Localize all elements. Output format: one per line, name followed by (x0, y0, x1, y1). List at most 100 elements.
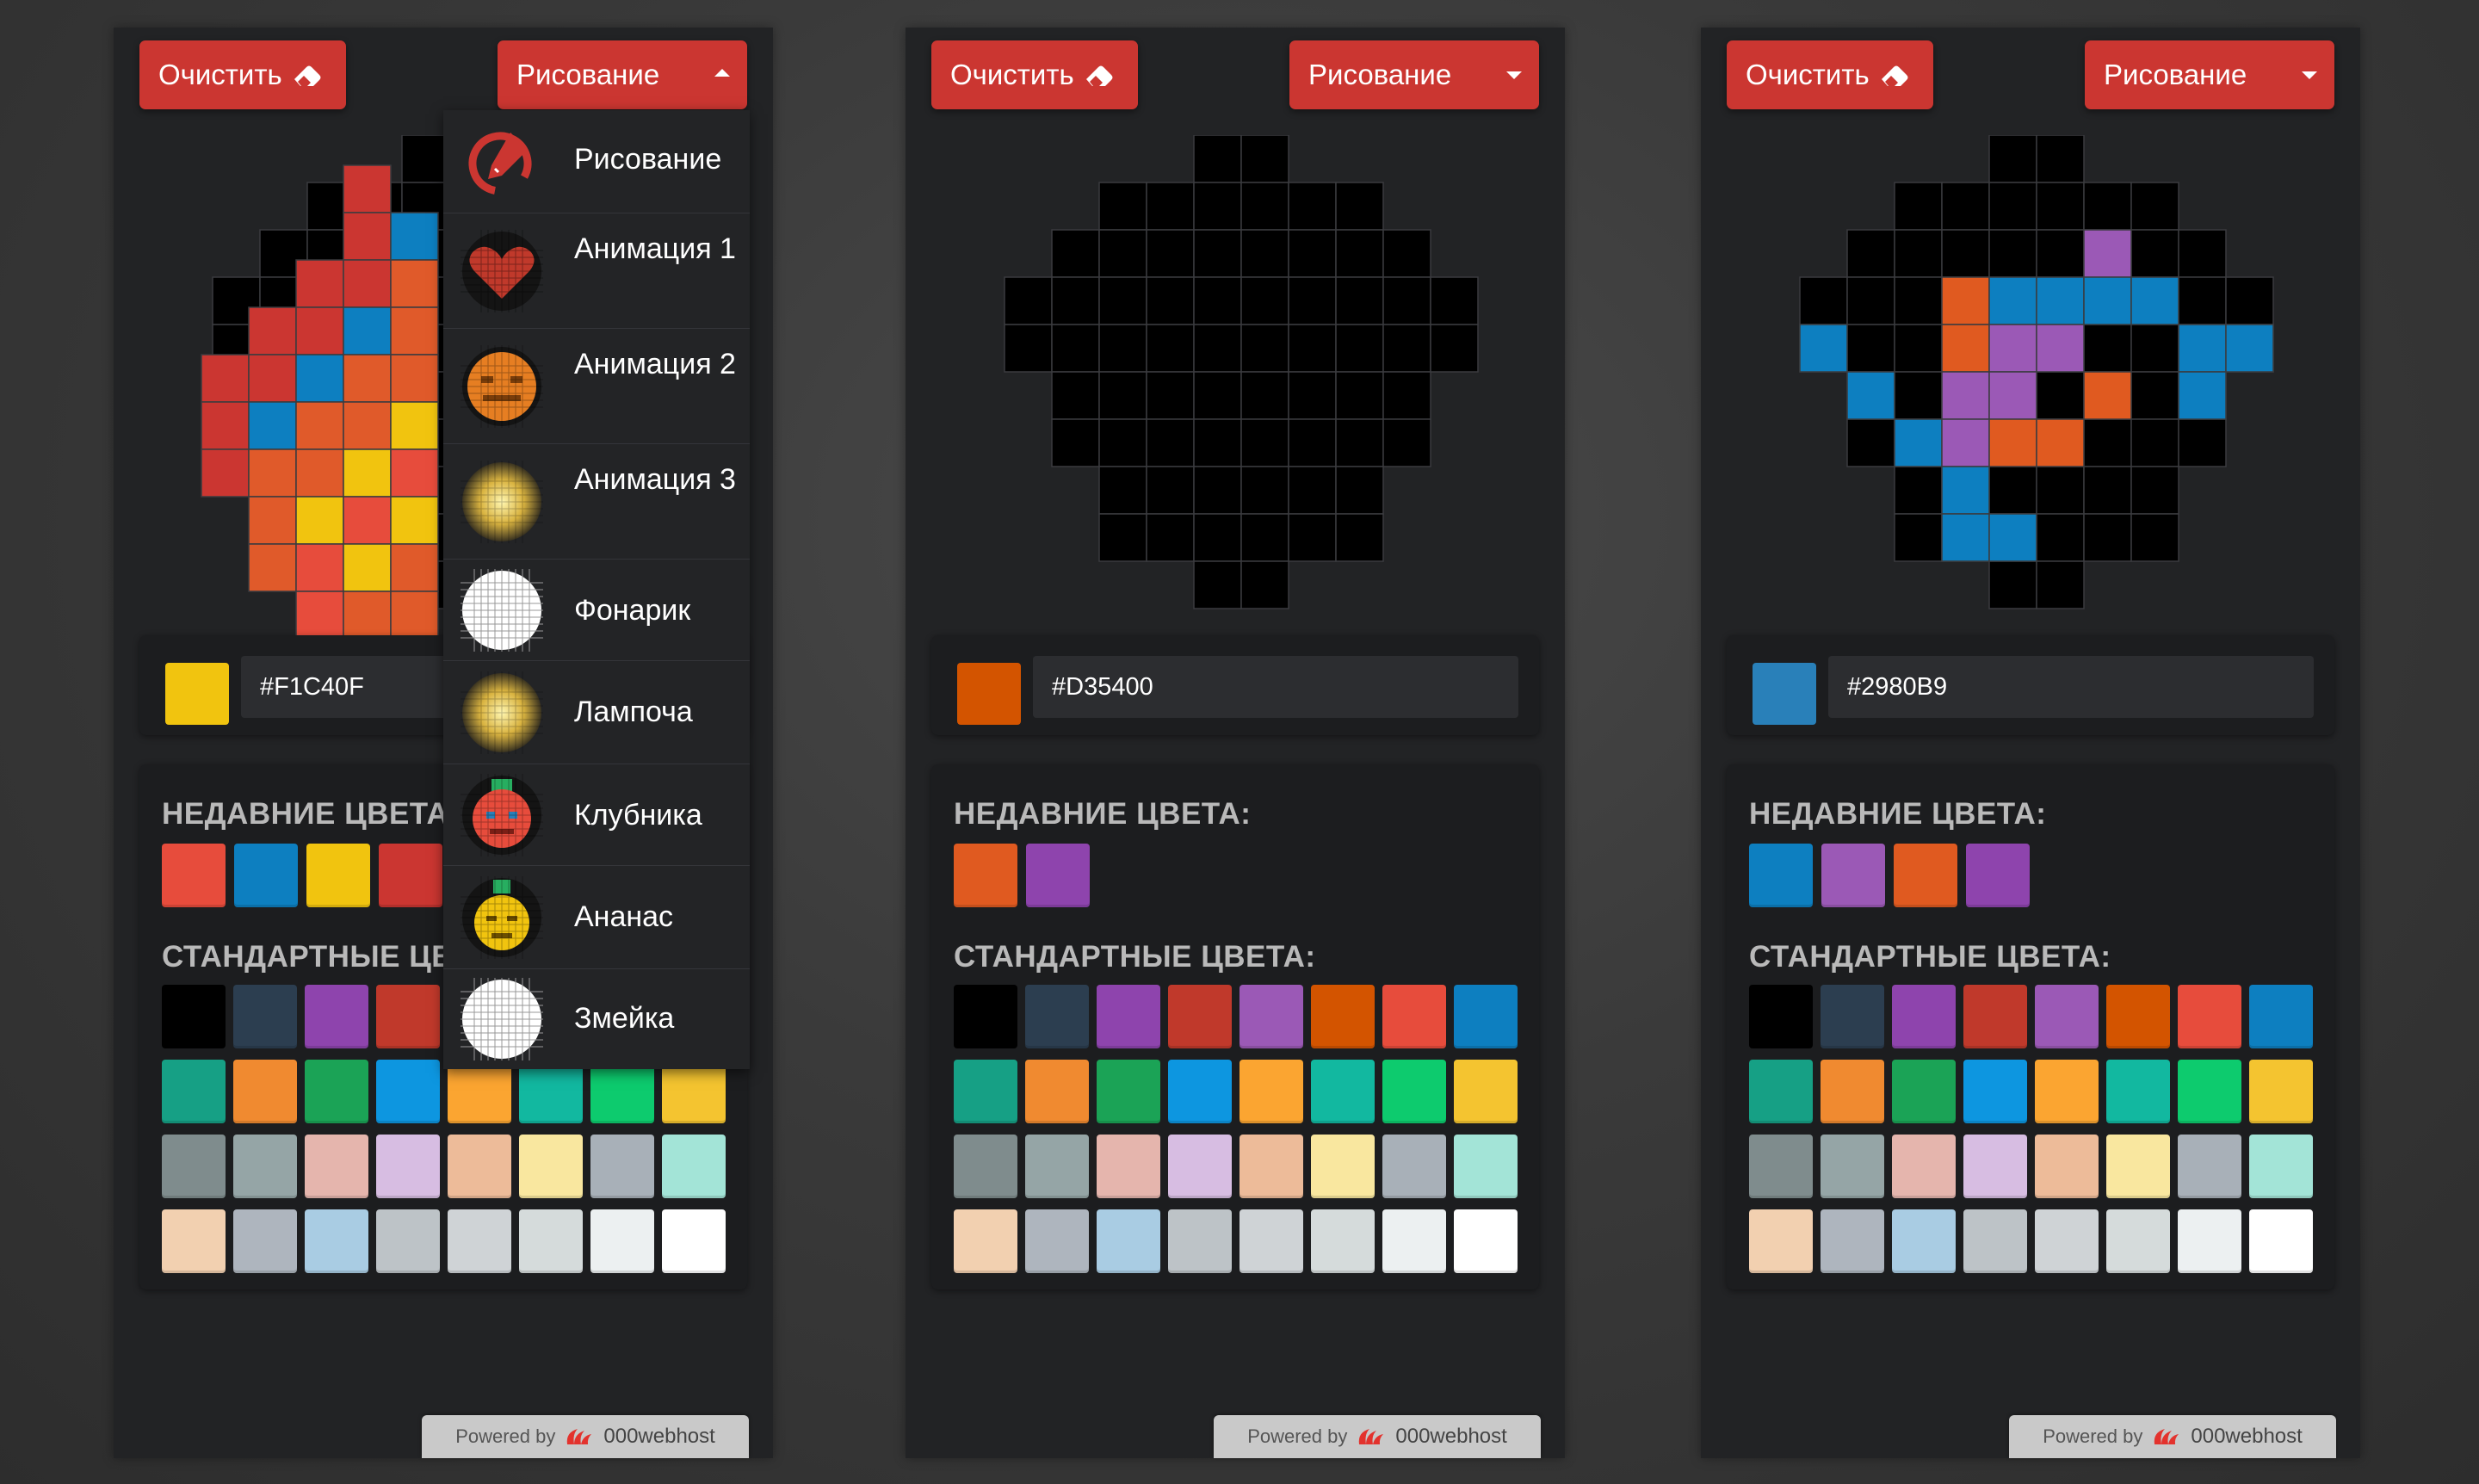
standard-color-swatch[interactable] (662, 1209, 726, 1273)
pixel-cell[interactable] (1846, 418, 1895, 467)
standard-color-swatch[interactable] (1892, 1209, 1956, 1273)
pixel-cell-painted[interactable] (390, 401, 439, 450)
pixel-cell[interactable] (1193, 324, 1242, 373)
pixel-cell[interactable] (1004, 324, 1053, 373)
standard-color-swatch[interactable] (1168, 1135, 1232, 1198)
mode-select-button[interactable]: Рисование (498, 40, 747, 109)
pixel-cell[interactable] (1240, 324, 1289, 373)
pixel-cell[interactable] (2178, 418, 2227, 467)
recent-color-swatch[interactable] (1026, 844, 1090, 907)
pixel-cell-painted[interactable] (248, 401, 297, 450)
standard-color-swatch[interactable] (162, 1135, 226, 1198)
pixel-cell[interactable] (1288, 229, 1337, 278)
standard-color-swatch[interactable] (1240, 1060, 1303, 1123)
standard-color-swatch[interactable] (662, 1135, 726, 1198)
pixel-cell[interactable] (1894, 276, 1943, 325)
pixel-cell[interactable] (1288, 466, 1337, 515)
standard-color-swatch[interactable] (1240, 1209, 1303, 1273)
pixel-cell[interactable] (1193, 418, 1242, 467)
standard-color-swatch[interactable] (954, 985, 1017, 1048)
standard-color-swatch[interactable] (2035, 1135, 2099, 1198)
pixel-cell[interactable] (1941, 229, 1990, 278)
pixel-cell-painted[interactable] (343, 354, 392, 403)
pixel-cell[interactable] (2036, 371, 2085, 420)
pixel-cell[interactable] (1846, 324, 1895, 373)
pixel-cell[interactable] (1193, 466, 1242, 515)
pixel-cell[interactable] (2130, 324, 2179, 373)
standard-color-swatch[interactable] (2249, 1060, 2313, 1123)
standard-color-swatch[interactable] (2106, 1060, 2170, 1123)
pixel-cell[interactable] (1335, 324, 1384, 373)
pixel-cell-painted[interactable] (2178, 371, 2227, 420)
standard-color-swatch[interactable] (1240, 1135, 1303, 1198)
standard-color-swatch[interactable] (448, 1060, 511, 1123)
pixel-cell-painted[interactable] (295, 543, 344, 592)
pixel-cell[interactable] (1382, 418, 1431, 467)
pixel-cell[interactable] (2178, 276, 2227, 325)
standard-color-swatch[interactable] (1097, 985, 1160, 1048)
pixel-cell-painted[interactable] (1941, 466, 1990, 515)
standard-color-swatch[interactable] (1454, 1135, 1518, 1198)
pixel-cell-painted[interactable] (1799, 324, 1848, 373)
pixel-cell-painted[interactable] (1941, 371, 1990, 420)
pixel-cell-painted[interactable] (343, 259, 392, 308)
standard-color-swatch[interactable] (1025, 1135, 1089, 1198)
standard-color-swatch[interactable] (1454, 1060, 1518, 1123)
pixel-cell[interactable] (2225, 276, 2274, 325)
recent-color-swatch[interactable] (1821, 844, 1885, 907)
pixel-cell[interactable] (1240, 513, 1289, 562)
pixel-cell[interactable] (1846, 276, 1895, 325)
clear-button[interactable]: Очистить (139, 40, 346, 109)
pixel-cell-painted[interactable] (248, 306, 297, 356)
standard-color-swatch[interactable] (1168, 985, 1232, 1048)
pixel-cell[interactable] (1382, 276, 1431, 325)
standard-color-swatch[interactable] (1382, 1135, 1446, 1198)
standard-color-swatch[interactable] (2249, 985, 2313, 1048)
standard-color-swatch[interactable] (954, 1060, 1017, 1123)
recent-color-swatch[interactable] (1749, 844, 1813, 907)
pixel-cell[interactable] (1193, 182, 1242, 231)
current-color-swatch[interactable] (1753, 663, 1816, 725)
standard-color-swatch[interactable] (519, 1060, 583, 1123)
pixel-cell[interactable] (1288, 418, 1337, 467)
pixel-cell-painted[interactable] (1941, 513, 1990, 562)
pixel-cell[interactable] (1288, 371, 1337, 420)
pixel-cell[interactable] (1146, 182, 1195, 231)
menu-item-pineapple[interactable]: Ананас (443, 866, 750, 969)
pixel-cell-painted[interactable] (1941, 324, 1990, 373)
pixel-cell[interactable] (1988, 135, 2037, 183)
standard-color-swatch[interactable] (1454, 1209, 1518, 1273)
pixel-cell[interactable] (1240, 418, 1289, 467)
pixel-cell[interactable] (1240, 182, 1289, 231)
standard-color-swatch[interactable] (590, 1209, 654, 1273)
pixel-cell[interactable] (2130, 513, 2179, 562)
color-hex-input[interactable] (1828, 656, 2314, 718)
standard-color-swatch[interactable] (1963, 1060, 2027, 1123)
pixel-cell-painted[interactable] (295, 401, 344, 450)
pixel-cell[interactable] (1894, 182, 1943, 231)
pixel-cell[interactable] (1098, 513, 1147, 562)
standard-color-swatch[interactable] (305, 1060, 368, 1123)
menu-item-snake[interactable]: Змейка (443, 969, 750, 1069)
pixel-cell[interactable] (2083, 513, 2132, 562)
pixel-cell-painted[interactable] (1988, 513, 2037, 562)
pixel-cell[interactable] (1146, 324, 1195, 373)
standard-color-swatch[interactable] (162, 1060, 226, 1123)
pixel-cell[interactable] (1193, 513, 1242, 562)
pixel-cell[interactable] (1146, 371, 1195, 420)
standard-color-swatch[interactable] (2249, 1135, 2313, 1198)
pixel-cell[interactable] (2083, 182, 2132, 231)
standard-color-swatch[interactable] (1963, 985, 2027, 1048)
standard-color-swatch[interactable] (2178, 1060, 2241, 1123)
standard-color-swatch[interactable] (1749, 985, 1813, 1048)
pixel-cell[interactable] (2036, 229, 2085, 278)
standard-color-swatch[interactable] (1168, 1209, 1232, 1273)
pixel-cell-painted[interactable] (295, 259, 344, 308)
standard-color-swatch[interactable] (1097, 1060, 1160, 1123)
standard-color-swatch[interactable] (590, 1135, 654, 1198)
pixel-grid[interactable] (1787, 135, 2286, 652)
pixel-cell[interactable] (1288, 513, 1337, 562)
standard-color-swatch[interactable] (1821, 1060, 1884, 1123)
standard-color-swatch[interactable] (2035, 1060, 2099, 1123)
pixel-cell[interactable] (2130, 466, 2179, 515)
